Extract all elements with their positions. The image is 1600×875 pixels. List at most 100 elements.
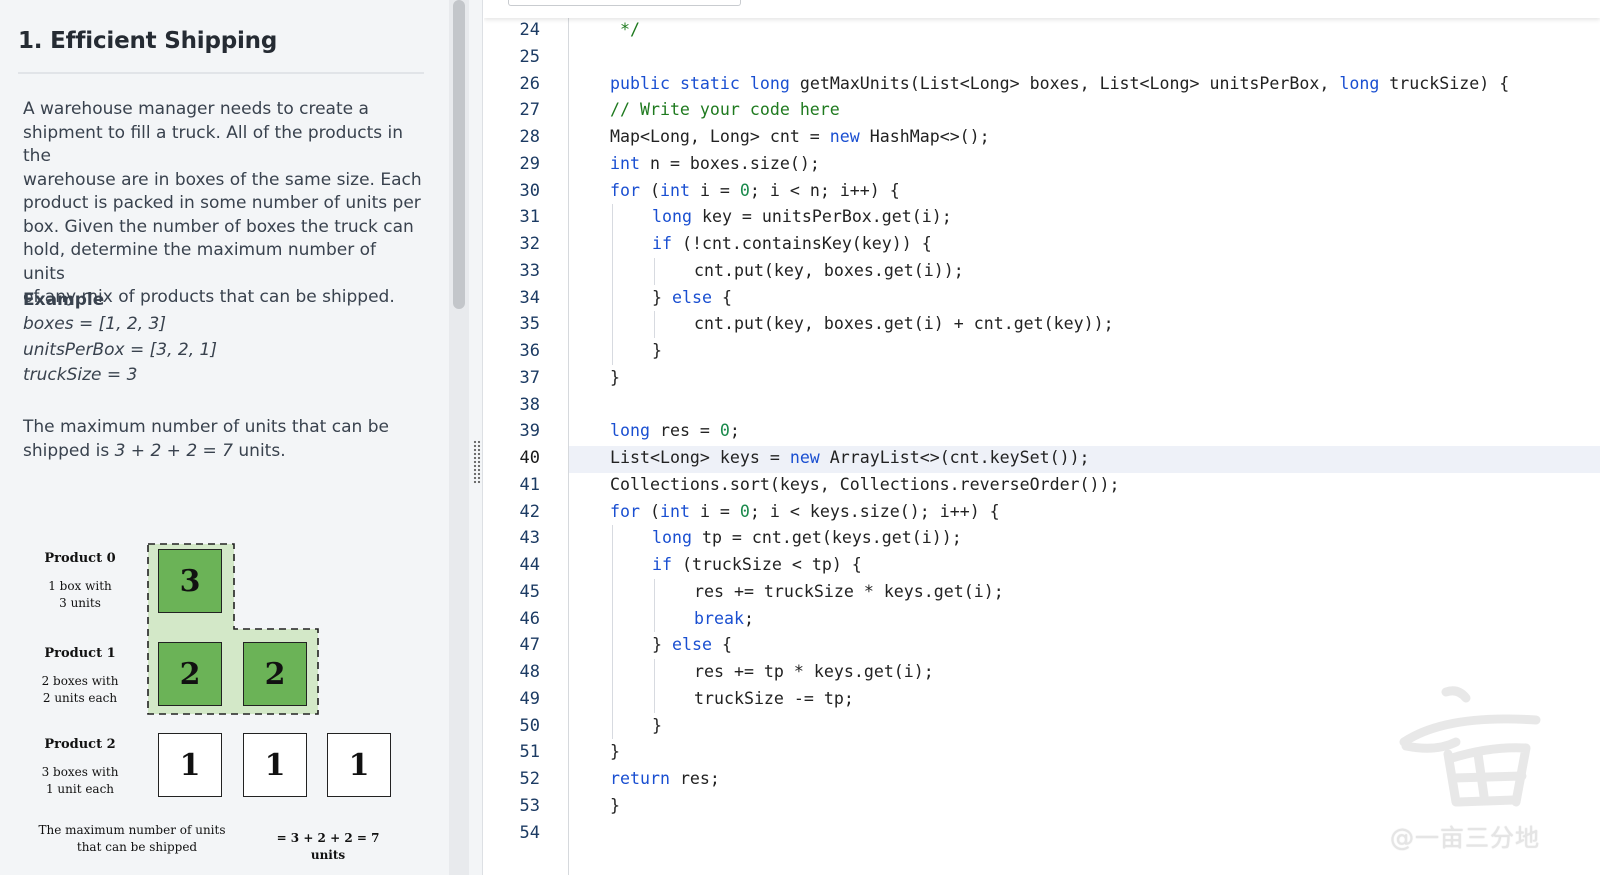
code-line[interactable]: 29 int n = boxes.size(); (484, 151, 1600, 178)
code-text[interactable]: long tp = cnt.get(keys.get(i)); (652, 525, 962, 552)
code-token: long (610, 421, 650, 441)
code-line[interactable]: 38 (484, 392, 1600, 419)
editor-toolbar-field[interactable] (508, 0, 741, 6)
code-text[interactable]: long key = unitsPerBox.get(i); (652, 204, 952, 231)
code-token: } (610, 367, 620, 387)
code-text[interactable]: for (int i = 0; i < n; i++) { (610, 178, 900, 205)
line-number: 37 (519, 367, 540, 388)
code-token: else (671, 635, 712, 655)
code-text[interactable]: } (610, 793, 620, 820)
code-line[interactable]: 43 long tp = cnt.get(keys.get(i)); (484, 525, 1600, 552)
line-number: 54 (519, 822, 540, 843)
unit-box: 2 (243, 642, 307, 706)
code-token: long (652, 528, 692, 548)
code-text[interactable]: } (652, 338, 662, 365)
code-text[interactable]: res += tp * keys.get(i); (694, 659, 934, 686)
code-text[interactable]: // Write your code here (610, 97, 840, 124)
code-line[interactable]: 26 public static long getMaxUnits(List<Lo… (484, 71, 1600, 98)
code-token: if (652, 555, 672, 574)
line-number: 27 (519, 100, 540, 121)
description-line: product is packed in some number of unit… (23, 193, 421, 213)
product-desc: 1 box with (48, 579, 112, 593)
code-text[interactable]: long res = 0; (610, 418, 740, 445)
code-line[interactable]: 32 if (!cnt.containsKey(key)) { (484, 231, 1600, 258)
line-number: 33 (519, 260, 540, 281)
splitter-grip-icon[interactable] (473, 440, 481, 484)
code-token: res += tp * keys.get(i); (694, 662, 934, 681)
code-line[interactable]: 48 res += tp * keys.get(i); (484, 659, 1600, 686)
code-text[interactable]: res += truckSize * keys.get(i); (694, 579, 1004, 606)
pane-splitter[interactable] (469, 0, 483, 875)
code-text[interactable]: break; (694, 606, 754, 633)
code-line[interactable]: 45 res += truckSize * keys.get(i); (484, 578, 1600, 606)
code-line[interactable]: 30 for (int i = 0; i < n; i++) { (484, 178, 1600, 205)
code-text[interactable]: for (int i = 0; i < keys.size(); i++) { (610, 499, 1000, 526)
code-line[interactable]: 46 break; (484, 605, 1600, 633)
code-line[interactable]: 27 // Write your code here (484, 97, 1600, 124)
line-number: 31 (519, 207, 540, 228)
code-token: if (652, 234, 672, 253)
code-token: int (659, 180, 690, 200)
code-token: for (610, 501, 640, 521)
code-text[interactable]: cnt.put(key, boxes.get(i)); (694, 258, 964, 285)
code-line[interactable]: 42 for (int i = 0; i < keys.size(); i++) … (484, 499, 1600, 526)
code-text[interactable]: if (!cnt.containsKey(key)) { (652, 231, 932, 258)
code-line[interactable]: 31 long key = unitsPerBox.get(i); (484, 204, 1600, 231)
indent-guide (612, 284, 613, 312)
code-token: } (610, 742, 620, 762)
code-token: truckSize) { (1379, 73, 1510, 93)
indent-guide (612, 685, 613, 713)
code-line[interactable]: 40 List<Long> keys = new ArrayList<>(cnt.… (484, 445, 1600, 472)
code-token: cnt.put(key, boxes.get(i)); (694, 260, 964, 280)
code-text[interactable]: truckSize -= tp; (694, 686, 854, 713)
code-line[interactable]: 28 Map<Long, Long> cnt = new HashMap<>(); (484, 124, 1600, 151)
code-line[interactable]: 36} (484, 338, 1600, 365)
indent-guide (612, 632, 613, 659)
code-line[interactable]: 47} else { (484, 632, 1600, 659)
code-line[interactable]: 39 long res = 0; (484, 418, 1600, 445)
code-text[interactable]: Map<Long, Long> cnt = new HashMap<>(); (610, 124, 990, 151)
code-line[interactable]: 34} else { (484, 284, 1600, 312)
example-result: The maximum number of units that can be … (23, 416, 423, 463)
code-token: (truckSize < tp) { (671, 555, 862, 574)
code-line[interactable]: 41 Collections.sort(keys, Collections.rev… (484, 472, 1600, 499)
code-line[interactable]: 44 if (truckSize < tp) { (484, 552, 1600, 579)
problem-scrollbar-thumb[interactable] (453, 0, 465, 309)
code-token: HashMap<>(); (859, 127, 990, 146)
code-text[interactable]: } (652, 713, 662, 740)
code-text[interactable]: return res; (610, 766, 720, 793)
code-line[interactable]: 37} (484, 365, 1600, 392)
description-line: shipment to fill a truck. All of the pro… (23, 122, 404, 167)
code-text[interactable]: } else { (652, 285, 732, 312)
diagram-footer-total: = 3 + 2 + 2 = 7 units (276, 831, 380, 862)
code-text[interactable]: } (610, 739, 620, 766)
unit-box: 1 (243, 733, 307, 797)
code-text[interactable]: int n = boxes.size(); (610, 151, 820, 178)
diagram-footer-left: The maximum number of units (38, 823, 226, 837)
problem-pane: 1. Efficient Shipping A warehouse manage… (0, 0, 449, 875)
code-text[interactable]: */ (610, 17, 640, 44)
code-token: public (610, 73, 670, 93)
code-text[interactable]: cnt.put(key, boxes.get(i) + cnt.get(key)… (694, 311, 1114, 338)
indent-guide (612, 659, 613, 686)
code-text[interactable]: public static long getMaxUnits(List<Long… (610, 71, 1509, 98)
code-text[interactable]: if (truckSize < tp) { (652, 552, 862, 579)
code-text[interactable]: List<Long> keys = new ArrayList<>(cnt.ke… (610, 445, 1090, 472)
code-text[interactable]: Collections.sort(keys, Collections.rever… (610, 472, 1120, 499)
code-text[interactable]: } else { (652, 632, 732, 659)
watermark-text: @一亩三分地 (1390, 824, 1540, 852)
code-token: } (652, 635, 672, 655)
code-token: truckSize -= tp; (694, 688, 854, 708)
indent-guide (654, 659, 655, 686)
code-token: ( (639, 501, 660, 521)
code-line[interactable]: 25 (484, 44, 1600, 71)
example-units-per-box: unitsPerBox = [3, 2, 1] (23, 340, 217, 360)
code-token: i = (689, 501, 740, 521)
code-text[interactable]: } (610, 365, 620, 392)
code-line[interactable]: 35 cnt.put(key, boxes.get(i) + cnt.get(ke… (484, 311, 1600, 338)
code-token: return (610, 769, 670, 788)
code-line[interactable]: 33 cnt.put(key, boxes.get(i)); (484, 257, 1600, 285)
code-line[interactable]: 24 */ (484, 17, 1600, 44)
product-desc: 2 boxes with (41, 674, 119, 688)
line-number: 28 (519, 127, 540, 147)
